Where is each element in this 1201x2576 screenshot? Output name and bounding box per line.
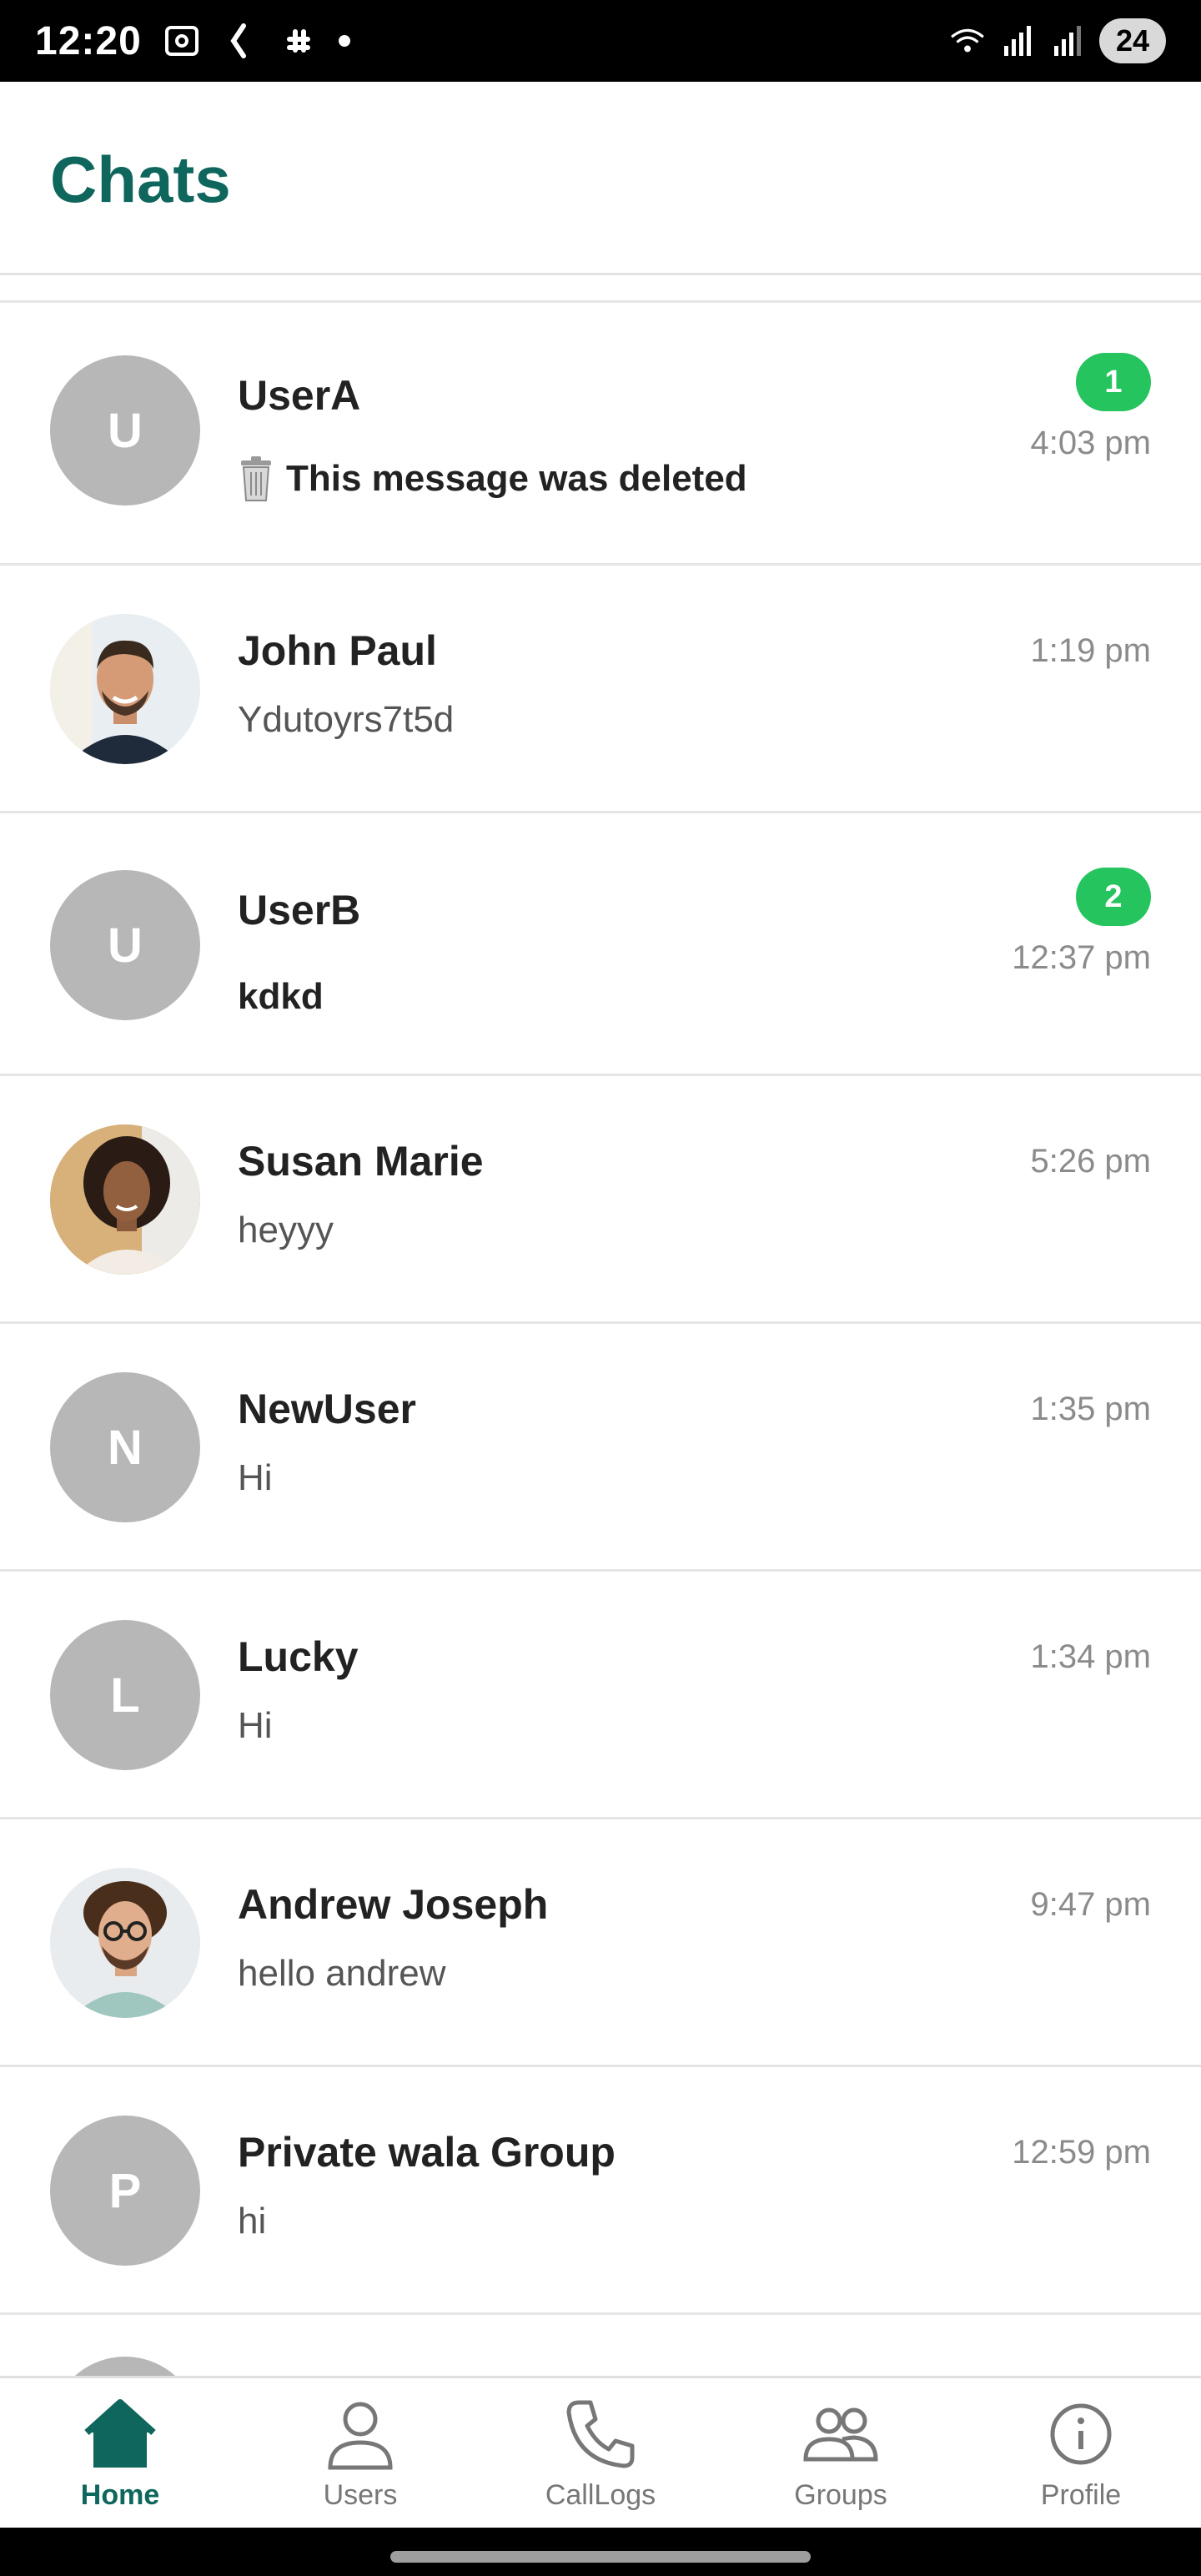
chat-item-userb[interactable]: U UserB kdkd 2 12:37 pm	[0, 813, 1201, 1076]
wifi-icon	[949, 23, 986, 59]
avatar: U	[50, 355, 200, 506]
chat-preview: Hi	[238, 1457, 273, 1498]
chat-time: 4:03 pm	[1030, 425, 1151, 461]
chat-list[interactable]: U UserA This message was deleted 1 4:03 …	[0, 275, 1201, 2376]
chat-preview: Hi	[238, 1705, 273, 1746]
chat-preview: hi	[238, 2201, 267, 2241]
nav-label: Home	[80, 2479, 160, 2511]
susan-marie-photo-icon	[50, 1124, 200, 1275]
chat-time: 9:47 pm	[1030, 1886, 1151, 1923]
nav-label: CallLogs	[545, 2479, 656, 2511]
gesture-area	[0, 2528, 1201, 2576]
chat-time: 1:34 pm	[1030, 1638, 1151, 1675]
nav-calllogs[interactable]: CallLogs	[500, 2394, 701, 2512]
nav-label: Groups	[794, 2479, 887, 2511]
battery-indicator: 24	[1099, 18, 1166, 63]
chat-name: Lucky	[238, 1633, 359, 1680]
chat-item-usera[interactable]: U UserA This message was deleted 1 4:03 …	[0, 303, 1201, 566]
john-paul-photo-icon	[50, 614, 200, 764]
chat-time: 12:37 pm	[1012, 939, 1151, 976]
chat-name: Private wala Group	[238, 2129, 616, 2176]
chat-time: 12:59 pm	[1012, 2134, 1151, 2171]
home-icon	[80, 2394, 160, 2474]
avatar: N	[50, 1372, 200, 1522]
page-title: Chats	[50, 143, 231, 216]
nav-users[interactable]: Users	[260, 2394, 460, 2512]
chat-item-private-wala-group[interactable]: P Private wala Group hi 12:59 pm	[0, 2067, 1201, 2315]
nav-label: Users	[323, 2479, 398, 2511]
chat-name: John Paul	[238, 627, 437, 674]
chat-item-partial[interactable]	[0, 2315, 1201, 2376]
nav-home[interactable]: Home	[20, 2394, 220, 2512]
groups-icon	[801, 2394, 881, 2474]
andrew-joseph-photo-icon	[50, 1868, 200, 2018]
unread-badge: 2	[1076, 868, 1151, 926]
chat-item-susan-marie[interactable]: Susan Marie heyyy 5:26 pm	[0, 1076, 1201, 1324]
avatar: L	[50, 1620, 200, 1770]
chat-name: UserA	[238, 372, 361, 419]
signal-icon	[999, 23, 1036, 59]
chat-item-andrew-joseph[interactable]: Andrew Joseph hello andrew 9:47 pm	[0, 1819, 1201, 2067]
chat-name: Susan Marie	[238, 1138, 484, 1185]
chat-name: NewUser	[238, 1386, 416, 1432]
avatar	[50, 1124, 200, 1275]
chat-time: 1:35 pm	[1030, 1391, 1151, 1427]
chat-item-newuser[interactable]: N NewUser Hi 1:35 pm	[0, 1324, 1201, 1572]
avatar	[50, 614, 200, 764]
notification-dot-icon	[338, 35, 350, 47]
avatar	[50, 1868, 200, 2018]
screenshot-icon	[163, 23, 200, 59]
nav-groups[interactable]: Groups	[741, 2394, 941, 2512]
signal-2-icon	[1049, 23, 1086, 59]
avatar	[50, 2357, 200, 2376]
status-right: 24	[949, 18, 1166, 63]
status-bar: 12:20 24	[0, 0, 1201, 82]
status-time: 12:20	[35, 18, 142, 63]
unread-badge: 1	[1076, 353, 1151, 411]
avatar: P	[50, 2116, 200, 2266]
chat-preview: heyyy	[238, 1210, 334, 1250]
chat-preview-text: This message was deleted	[286, 458, 747, 499]
chat-time: 1:19 pm	[1030, 632, 1151, 669]
chat-name: UserB	[238, 887, 361, 933]
chat-preview: kdkd	[238, 976, 324, 1017]
status-left: 12:20	[35, 18, 350, 64]
chat-preview: hello andrew	[238, 1953, 446, 1994]
call-app-icon	[222, 23, 259, 59]
nav-label: Profile	[1040, 2479, 1122, 2511]
phone-icon	[560, 2394, 641, 2474]
slack-icon	[280, 23, 317, 59]
home-gesture-bar[interactable]	[390, 2551, 811, 2563]
chat-preview: This message was deleted	[238, 455, 747, 502]
user-icon	[320, 2394, 400, 2474]
bottom-nav: Home Users CallLogs Groups Profile	[0, 2376, 1201, 2528]
chat-name: Andrew Joseph	[238, 1881, 549, 1928]
trash-icon	[238, 455, 274, 502]
avatar: U	[50, 870, 200, 1020]
chat-time: 5:26 pm	[1030, 1143, 1151, 1180]
header: Chats	[0, 82, 1201, 275]
chat-item-john-paul[interactable]: John Paul Ydutoyrs7t5d 1:19 pm	[0, 566, 1201, 813]
nav-profile[interactable]: Profile	[981, 2394, 1181, 2512]
chat-item-lucky[interactable]: L Lucky Hi 1:34 pm	[0, 1572, 1201, 1819]
chat-preview: Ydutoyrs7t5d	[238, 699, 455, 740]
info-icon	[1041, 2394, 1121, 2474]
